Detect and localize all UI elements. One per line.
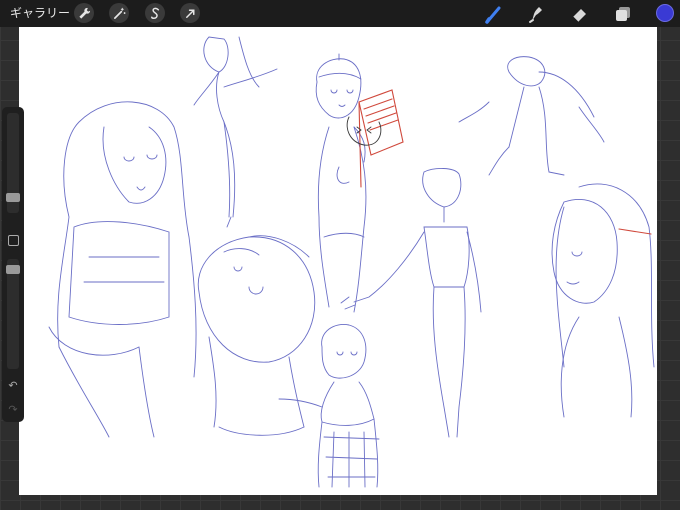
smudge-icon — [529, 7, 542, 23]
undo-icon: ↶ — [8, 379, 18, 392]
drawing-canvas[interactable] — [19, 27, 657, 495]
transform-button[interactable] — [180, 3, 200, 23]
undo-button[interactable]: ↶ — [6, 379, 20, 393]
color-picker-button[interactable] — [656, 4, 674, 22]
brush-size-thumb[interactable] — [6, 193, 20, 202]
top-toolbar: ギャラリー — [0, 0, 680, 27]
layers-icon — [616, 7, 630, 21]
wrench-icon — [78, 7, 90, 19]
adjustments-button[interactable] — [109, 3, 129, 23]
actions-button[interactable] — [74, 3, 94, 23]
gallery-button[interactable]: ギャラリー — [10, 5, 70, 21]
sketch-artwork — [48, 36, 655, 488]
opacity-slider[interactable] — [7, 259, 19, 369]
eraser-icon — [572, 9, 586, 23]
smudge-tool[interactable] — [526, 4, 546, 24]
brush-tool[interactable] — [484, 4, 504, 24]
redo-icon: ↷ — [8, 403, 18, 416]
selection-icon — [150, 7, 159, 19]
modify-button[interactable] — [8, 235, 19, 246]
transform-icon — [185, 9, 194, 18]
magic-wand-icon — [113, 7, 126, 19]
eraser-tool[interactable] — [570, 4, 590, 24]
layers-button[interactable] — [613, 4, 633, 24]
redo-button[interactable]: ↷ — [6, 403, 20, 417]
side-toolbar: ↶ ↷ — [2, 107, 24, 422]
opacity-thumb[interactable] — [6, 265, 20, 274]
selection-button[interactable] — [145, 3, 165, 23]
brush-icon — [485, 6, 501, 24]
